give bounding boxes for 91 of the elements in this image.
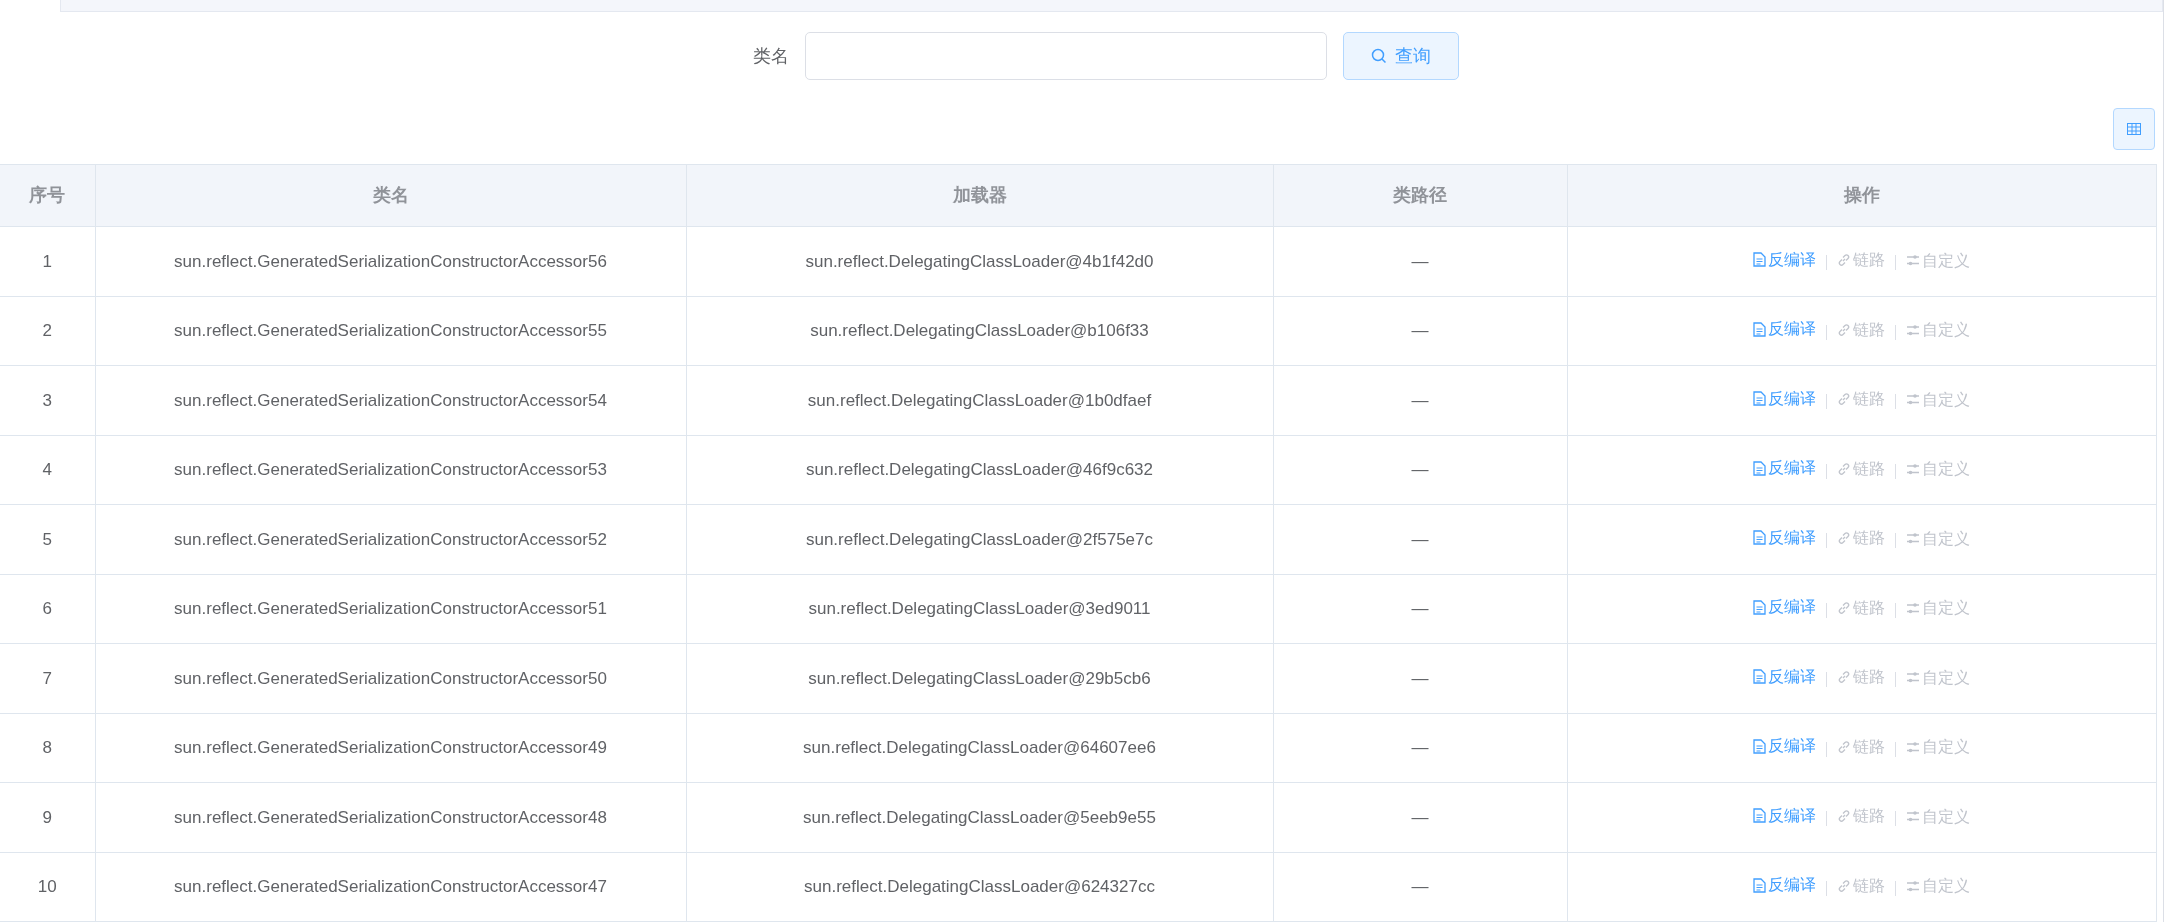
row-number: 10 (37, 877, 57, 896)
row-number: 8 (42, 738, 52, 757)
row-number: 5 (42, 529, 52, 549)
class-loader: sun.reflect.DelegatingClassLoader@64607ee6 (803, 738, 1156, 757)
sliders-icon (1906, 393, 1920, 407)
class-path: — (1411, 251, 1429, 271)
column-header: 类路径 (1273, 164, 1567, 227)
sliders-icon (1906, 740, 1920, 754)
decompile-link[interactable]: 反编译 (1753, 456, 1816, 481)
class-name: sun.reflect.GeneratedSerializationConstructorAccessor49 (174, 738, 607, 757)
class-path: — (1411, 529, 1429, 549)
search-button[interactable]: 查询 (1342, 32, 1459, 80)
row-number: 9 (42, 807, 52, 827)
sliders-icon (1906, 879, 1920, 893)
class-loader: sun.reflect.DelegatingClassLoader@5eeb9e55 (803, 807, 1156, 827)
class-name: sun.reflect.GeneratedSerializationConstructorAccessor56 (174, 251, 607, 271)
sliders-icon (1906, 532, 1920, 546)
class-name: sun.reflect.GeneratedSerializationConstructorAccessor54 (174, 390, 607, 410)
column-header: 序号 (0, 164, 95, 227)
document-icon (1753, 738, 1766, 754)
class-loader: sun.reflect.DelegatingClassLoader@4b1f42d0 (805, 251, 1154, 271)
row-number: 4 (42, 460, 52, 479)
sliders-icon (1906, 254, 1920, 268)
class-name-field[interactable] (804, 32, 1327, 80)
class-name: sun.reflect.GeneratedSerializationConstructorAccessor48 (174, 807, 607, 827)
document-icon (1753, 808, 1766, 824)
class-path: — (1411, 738, 1429, 757)
decompile-link[interactable]: 反编译 (1753, 386, 1816, 411)
table-icon (2127, 123, 2141, 135)
class-loader: sun.reflect.DelegatingClassLoader@2f575e7c (805, 529, 1154, 549)
row-number: 7 (42, 668, 52, 688)
class-path: — (1411, 321, 1429, 340)
table-view-button[interactable] (2113, 108, 2155, 150)
sliders-icon (1906, 671, 1920, 685)
link-icon (1837, 461, 1851, 476)
class-loader: sun.reflect.DelegatingClassLoader@46f9c632 (805, 460, 1154, 479)
row-number: 2 (42, 321, 52, 340)
class-loader: sun.reflect.DelegatingClassLoader@b106f33 (810, 321, 1149, 340)
class-name: sun.reflect.GeneratedSerializationConstructorAccessor47 (174, 877, 607, 896)
row-number: 3 (42, 390, 52, 410)
decompile-link[interactable]: 反编译 (1753, 247, 1816, 272)
document-icon (1753, 252, 1766, 268)
class-loader: sun.reflect.DelegatingClassLoader@624327cc (804, 877, 1155, 896)
column-header: 类名 (95, 164, 686, 227)
document-icon (1753, 599, 1766, 615)
document-icon (1753, 530, 1766, 546)
link-icon (1837, 739, 1851, 754)
column-header: 加载器 (686, 164, 1273, 227)
document-icon (1753, 669, 1766, 685)
document-icon (1753, 321, 1766, 337)
decompile-link[interactable]: 反编译 (1753, 734, 1816, 759)
link-icon (1837, 809, 1851, 824)
class-path: — (1411, 668, 1429, 688)
link-icon (1837, 253, 1851, 268)
decompile-link[interactable]: 反编译 (1753, 317, 1816, 342)
class-path: — (1411, 877, 1429, 896)
class-name: sun.reflect.GeneratedSerializationConstructorAccessor50 (174, 668, 607, 688)
link-icon (1837, 600, 1851, 615)
decompile-link[interactable]: 反编译 (1753, 525, 1816, 550)
sliders-icon (1906, 323, 1920, 337)
link-icon (1837, 878, 1851, 893)
column-header: 操作 (1567, 164, 2156, 227)
link-icon (1837, 322, 1851, 337)
sliders-icon (1906, 810, 1920, 824)
search-label: 类名 (752, 44, 789, 68)
class-name: sun.reflect.GeneratedSerializationConstructorAccessor55 (174, 321, 607, 340)
link-icon (1837, 531, 1851, 546)
class-name: sun.reflect.GeneratedSerializationConstructorAccessor52 (174, 529, 607, 549)
decompile-link[interactable]: 反编译 (1753, 803, 1816, 828)
class-loader: sun.reflect.DelegatingClassLoader@29b5cb6 (808, 668, 1151, 688)
row-number: 1 (42, 251, 52, 271)
link-icon (1837, 670, 1851, 685)
class-path: — (1411, 460, 1429, 479)
document-icon (1753, 391, 1766, 407)
class-name: sun.reflect.GeneratedSerializationConstructorAccessor53 (174, 460, 607, 479)
class-path: — (1411, 390, 1429, 410)
class-path: — (1411, 807, 1429, 827)
class-loader: sun.reflect.DelegatingClassLoader@1b0dfaef (807, 390, 1152, 410)
search-icon (1370, 48, 1387, 64)
link-icon (1837, 392, 1851, 407)
row-number: 6 (42, 599, 52, 618)
sliders-icon (1906, 601, 1920, 615)
decompile-link[interactable]: 反编译 (1753, 664, 1816, 689)
document-icon (1753, 460, 1766, 476)
decompile-link[interactable]: 反编译 (1753, 595, 1816, 620)
sliders-icon (1906, 462, 1920, 476)
class-loader: sun.reflect.DelegatingClassLoader@3ed9011 (808, 599, 1151, 618)
decompile-link[interactable]: 反编译 (1753, 873, 1816, 898)
document-icon (1753, 877, 1766, 893)
class-path: — (1411, 599, 1429, 618)
class-name: sun.reflect.GeneratedSerializationConstructorAccessor51 (174, 599, 607, 618)
